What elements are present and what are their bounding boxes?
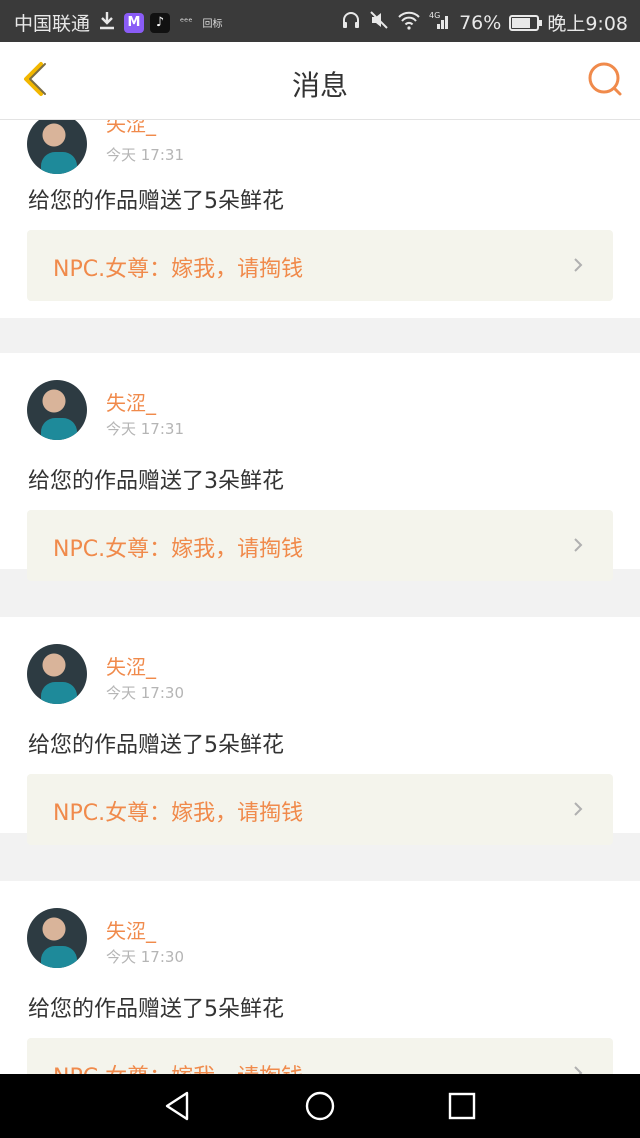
- message-time: 今天 17:31: [106, 420, 184, 438]
- message-time: 今天 17:30: [106, 948, 184, 966]
- username-link[interactable]: 失涩_: [106, 915, 156, 944]
- search-button[interactable]: [586, 60, 626, 100]
- app-header: 消息: [0, 42, 640, 120]
- notification-label-2: 回标: [202, 19, 223, 30]
- chevron-right-icon: [574, 802, 583, 816]
- nav-back-button[interactable]: [160, 1088, 196, 1124]
- quoted-work-title: NPC.女尊：嫁我，请掏钱: [53, 537, 304, 562]
- avatar[interactable]: [27, 644, 87, 704]
- avatar[interactable]: [27, 908, 87, 968]
- quoted-work-link[interactable]: NPC.女尊：嫁我，请掏钱: [27, 230, 613, 301]
- message-text: 给您的作品赠送了3朵鲜花: [28, 469, 284, 494]
- battery-percent: 76%: [459, 11, 502, 34]
- battery-level-fill: [512, 17, 531, 28]
- quoted-work-link[interactable]: NPC.女尊：嫁我，请掏钱: [27, 510, 613, 581]
- headphones-icon: [341, 10, 361, 35]
- message-time: 今天 17:30: [106, 684, 184, 702]
- quoted-work-title: NPC.女尊：嫁我，请掏钱: [53, 257, 304, 282]
- avatar[interactable]: [27, 380, 87, 440]
- quoted-work-title: NPC.女尊：嫁我，请掏钱: [53, 1059, 303, 1074]
- username-link[interactable]: 失涩_: [106, 651, 156, 680]
- network-type-label: 4G: [429, 11, 440, 20]
- status-bar: 中国联通 M ♪ ᵉᵉᵉ 回标 4G 76% 晚上9:08: [0, 0, 640, 42]
- search-icon: [588, 62, 622, 96]
- wifi-icon: [397, 10, 421, 35]
- app-m-icon: M: [124, 12, 145, 33]
- message-text: 给您的作品赠送了5朵鲜花: [28, 997, 284, 1022]
- message-card: 失涩_ 今天 17:30 给您的作品赠送了5朵鲜花 NPC.女尊：嫁我，请掏钱: [0, 881, 640, 1074]
- quoted-work-link[interactable]: NPC.女尊：嫁我，请掏钱: [27, 1038, 613, 1074]
- message-text: 给您的作品赠送了5朵鲜花: [28, 189, 284, 214]
- tiktok-icon: ♪: [150, 12, 171, 33]
- message-list[interactable]: 失涩_ 今天 17:31 给您的作品赠送了5朵鲜花 NPC.女尊：嫁我，请掏钱 …: [0, 120, 640, 1074]
- page-title: 消息: [291, 69, 348, 102]
- chevron-right-icon: [574, 538, 583, 552]
- download-icon: [98, 10, 116, 35]
- nav-home-button[interactable]: [302, 1088, 338, 1124]
- square-recent-icon: [448, 1092, 476, 1120]
- nav-recent-button[interactable]: [444, 1088, 480, 1124]
- message-time: 今天 17:31: [106, 146, 184, 164]
- clock-label: 晚上9:08: [547, 13, 628, 35]
- signal-icon: 4G: [429, 10, 451, 35]
- circle-home-icon: [305, 1091, 335, 1121]
- system-nav-bar: [0, 1074, 640, 1138]
- message-card: 失涩_ 今天 17:31 给您的作品赠送了5朵鲜花 NPC.女尊：嫁我，请掏钱: [0, 120, 640, 318]
- username-link[interactable]: 失涩_: [106, 120, 156, 137]
- mute-icon: [369, 10, 389, 35]
- carrier-label: 中国联通: [14, 13, 91, 35]
- message-text: 给您的作品赠送了5朵鲜花: [28, 733, 284, 758]
- notification-label: ᵉᵉᵉ: [180, 17, 193, 28]
- chevron-right-icon: [574, 258, 583, 272]
- battery-icon: [509, 14, 543, 31]
- quoted-work-link[interactable]: NPC.女尊：嫁我，请掏钱: [27, 774, 613, 845]
- message-card: 失涩_ 今天 17:31 给您的作品赠送了3朵鲜花 NPC.女尊：嫁我，请掏钱: [0, 353, 640, 581]
- quoted-work-title: NPC.女尊：嫁我，请掏钱: [53, 801, 304, 826]
- avatar[interactable]: [27, 120, 87, 174]
- username-link[interactable]: 失涩_: [106, 387, 156, 416]
- chevron-right-icon: [574, 1066, 583, 1074]
- triangle-back-icon: [165, 1091, 189, 1121]
- message-card: 失涩_ 今天 17:30 给您的作品赠送了5朵鲜花 NPC.女尊：嫁我，请掏钱: [0, 617, 640, 845]
